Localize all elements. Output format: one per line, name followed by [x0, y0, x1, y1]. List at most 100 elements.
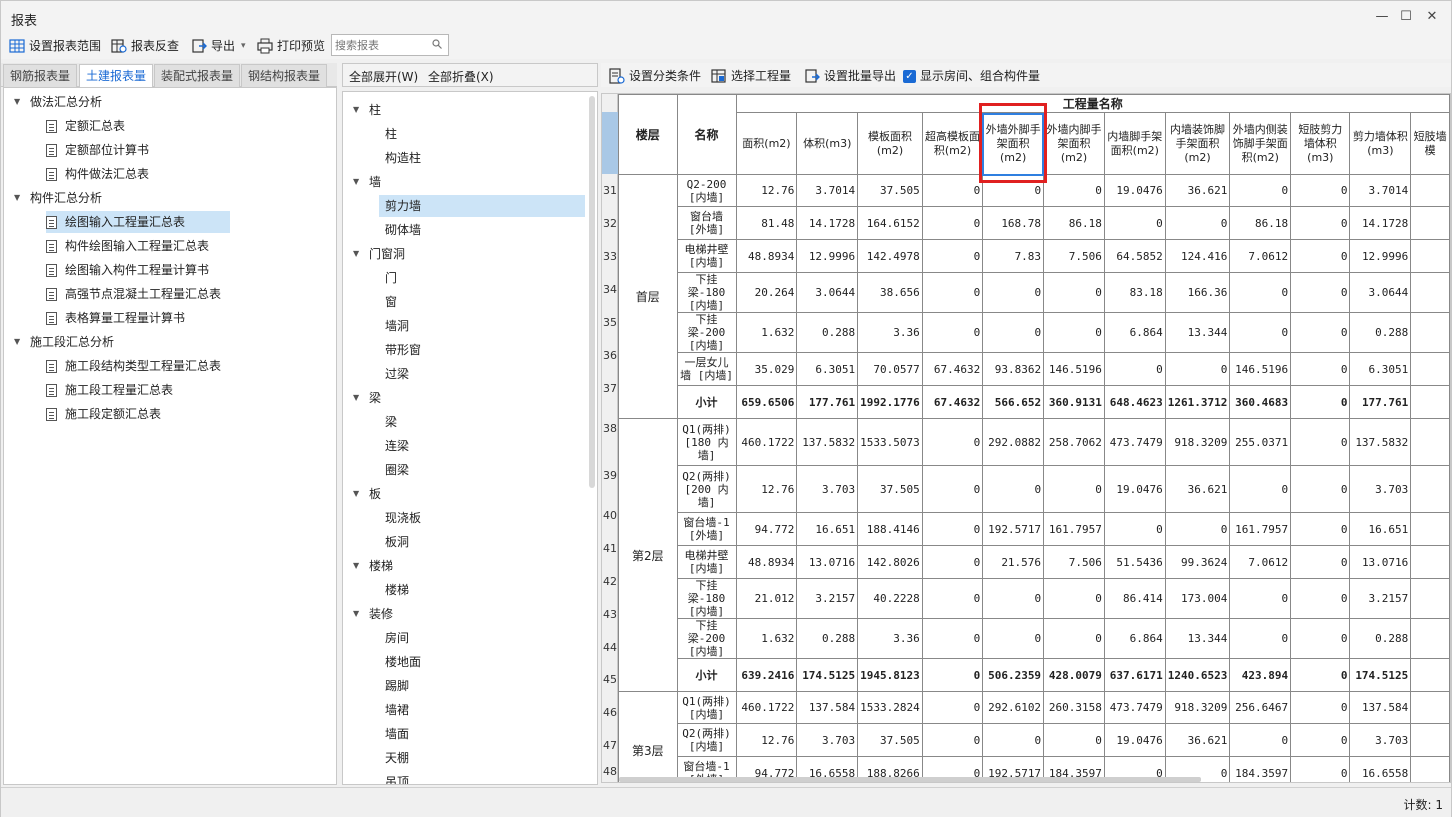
component-item[interactable]: 砌体墙	[379, 219, 421, 241]
table-row[interactable]: 下挂梁-200 [内墙] 1.632 0.288 3.36 0 0 0 6.864 13.344…	[619, 618, 1450, 659]
value-cell[interactable]	[1410, 658, 1450, 692]
value-cell[interactable]: 16.651	[796, 512, 859, 546]
value-cell[interactable]: 423.894	[1229, 658, 1292, 692]
header-name[interactable]: 名称	[676, 94, 737, 175]
table-row[interactable]: 小计 639.2416 174.5125 1945.8123 0 506.2359 428.…	[619, 658, 1450, 692]
value-cell[interactable]: 0	[1229, 618, 1292, 659]
value-cell[interactable]	[1410, 512, 1450, 546]
value-cell[interactable]: 460.1722	[735, 691, 798, 724]
tree-group[interactable]: ▼ 构件汇总分析	[14, 187, 102, 209]
select-quantity-button[interactable]: 选择工程量	[711, 66, 791, 86]
value-cell[interactable]: 0	[1229, 578, 1292, 619]
value-cell[interactable]: 0	[1290, 618, 1351, 659]
value-cell[interactable]: 0	[921, 618, 984, 659]
floor-cell[interactable]: 首层	[618, 174, 678, 419]
row-number[interactable]: 34	[602, 283, 618, 296]
value-cell[interactable]: 192.5717	[982, 512, 1045, 546]
component-name-cell[interactable]: Q2-200 [内墙]	[676, 174, 737, 207]
value-cell[interactable]: 67.4632	[921, 385, 984, 419]
value-cell[interactable]: 164.6152	[857, 206, 923, 240]
value-cell[interactable]	[1410, 174, 1450, 207]
value-cell[interactable]: 292.6102	[982, 691, 1045, 724]
value-cell[interactable]: 1240.6523	[1164, 658, 1231, 692]
table-row[interactable]: Q2(两排) [200 内墙] 12.76 3.703 37.505 0 0 0 19.047…	[619, 465, 1450, 513]
value-cell[interactable]: 137.584	[1349, 691, 1412, 724]
component-item[interactable]: 梁	[379, 411, 397, 433]
value-cell[interactable]: 0	[1290, 578, 1351, 619]
component-name-cell[interactable]: 电梯井壁 [内墙]	[676, 239, 737, 273]
value-cell[interactable]: 7.83	[982, 239, 1045, 273]
component-group[interactable]: ▼ 梁	[353, 387, 381, 409]
value-cell[interactable]: 256.6467	[1229, 691, 1292, 724]
expand-arrow-icon[interactable]: ▼	[353, 483, 363, 505]
component-name-cell[interactable]: 下挂梁-180 [内墙]	[676, 578, 737, 619]
component-name-cell[interactable]: 窗台墙-1 [外墙]	[676, 512, 737, 546]
value-cell[interactable]: 184.3597	[1229, 756, 1292, 782]
value-cell[interactable]: 36.621	[1164, 174, 1231, 207]
value-cell[interactable]: 639.2416	[735, 658, 798, 692]
value-cell[interactable]: 0	[1043, 618, 1105, 659]
column-header[interactable]: 剪力墙体积(m3)	[1349, 112, 1412, 175]
value-cell[interactable]: 0	[982, 618, 1045, 659]
component-item[interactable]: 天棚	[379, 747, 409, 769]
value-cell[interactable]: 0	[1290, 756, 1351, 782]
value-cell[interactable]: 0.288	[796, 618, 859, 659]
component-group[interactable]: ▼ 柱	[353, 99, 381, 121]
value-cell[interactable]: 258.7062	[1043, 418, 1105, 466]
value-cell[interactable]: 0	[1290, 418, 1351, 466]
value-cell[interactable]: 19.0476	[1103, 174, 1166, 207]
value-cell[interactable]: 70.0577	[857, 352, 923, 386]
component-name-cell[interactable]: 电梯井壁 [内墙]	[676, 545, 737, 579]
value-cell[interactable]: 3.36	[857, 312, 923, 353]
value-cell[interactable]: 0	[921, 512, 984, 546]
value-cell[interactable]: 0	[982, 174, 1045, 207]
component-name-cell[interactable]: Q1(两排) [内墙]	[676, 691, 737, 724]
expand-arrow-icon[interactable]: ▼	[353, 99, 363, 121]
value-cell[interactable]: 177.761	[796, 385, 859, 419]
row-number[interactable]: 45	[602, 673, 618, 686]
row-number[interactable]: 47	[602, 739, 618, 752]
value-cell[interactable]: 188.4146	[857, 512, 923, 546]
component-name-cell[interactable]: 下挂梁-180 [内墙]	[676, 272, 737, 313]
value-cell[interactable]: 1533.5073	[857, 418, 923, 466]
value-cell[interactable]: 1.632	[735, 618, 798, 659]
component-item[interactable]: 过梁	[379, 363, 409, 385]
value-cell[interactable]: 1533.2824	[857, 691, 923, 724]
value-cell[interactable]: 0.288	[1349, 618, 1412, 659]
component-item[interactable]: 连梁	[379, 435, 409, 457]
value-cell[interactable]: 48.8934	[735, 545, 798, 579]
value-cell[interactable]: 67.4632	[921, 352, 984, 386]
component-tree-scrollbar[interactable]	[589, 96, 595, 488]
component-name-cell[interactable]: Q2(两排) [200 内墙]	[676, 465, 737, 513]
tab-prefab-report[interactable]: 装配式报表量	[154, 64, 241, 87]
value-cell[interactable]: 0	[1043, 578, 1105, 619]
value-cell[interactable]: 137.5832	[1349, 418, 1412, 466]
value-cell[interactable]: 3.36	[857, 618, 923, 659]
value-cell[interactable]: 93.8362	[982, 352, 1045, 386]
value-cell[interactable]: 0	[982, 312, 1045, 353]
value-cell[interactable]: 473.7479	[1103, 418, 1166, 466]
value-cell[interactable]: 0	[921, 312, 984, 353]
value-cell[interactable]	[1410, 465, 1450, 513]
component-name-cell[interactable]: Q1(两排) [180 内墙]	[676, 418, 737, 466]
table-row[interactable]: 下挂梁-180 [内墙] 21.012 3.2157 40.2228 0 0 0 86.414…	[619, 578, 1450, 619]
value-cell[interactable]: 83.18	[1103, 272, 1166, 313]
value-cell[interactable]: 6.3051	[796, 352, 859, 386]
value-cell[interactable]: 12.9996	[1349, 239, 1412, 273]
component-item[interactable]: 楼梯	[379, 579, 409, 601]
value-cell[interactable]: 137.5832	[796, 418, 859, 466]
value-cell[interactable]: 0	[1290, 691, 1351, 724]
value-cell[interactable]: 0	[1229, 174, 1292, 207]
value-cell[interactable]: 0	[1290, 174, 1351, 207]
value-cell[interactable]	[1410, 723, 1450, 757]
row-number[interactable]: 43	[602, 608, 618, 621]
row-number[interactable]: 48	[602, 765, 618, 778]
column-header[interactable]: 内墙脚手架面积(m2)	[1103, 112, 1166, 175]
table-row[interactable]: 窗台墙 [外墙] 81.48 14.1728 164.6152 0 168.78 86.18…	[619, 206, 1450, 240]
tree-item[interactable]: 定额汇总表	[46, 115, 125, 137]
value-cell[interactable]: 21.576	[982, 545, 1045, 579]
tab-steel-report[interactable]: 钢结构报表量	[241, 64, 328, 87]
value-cell[interactable]: 7.0612	[1229, 239, 1292, 273]
value-cell[interactable]: 16.651	[1349, 512, 1412, 546]
value-cell[interactable]: 0	[1290, 312, 1351, 353]
